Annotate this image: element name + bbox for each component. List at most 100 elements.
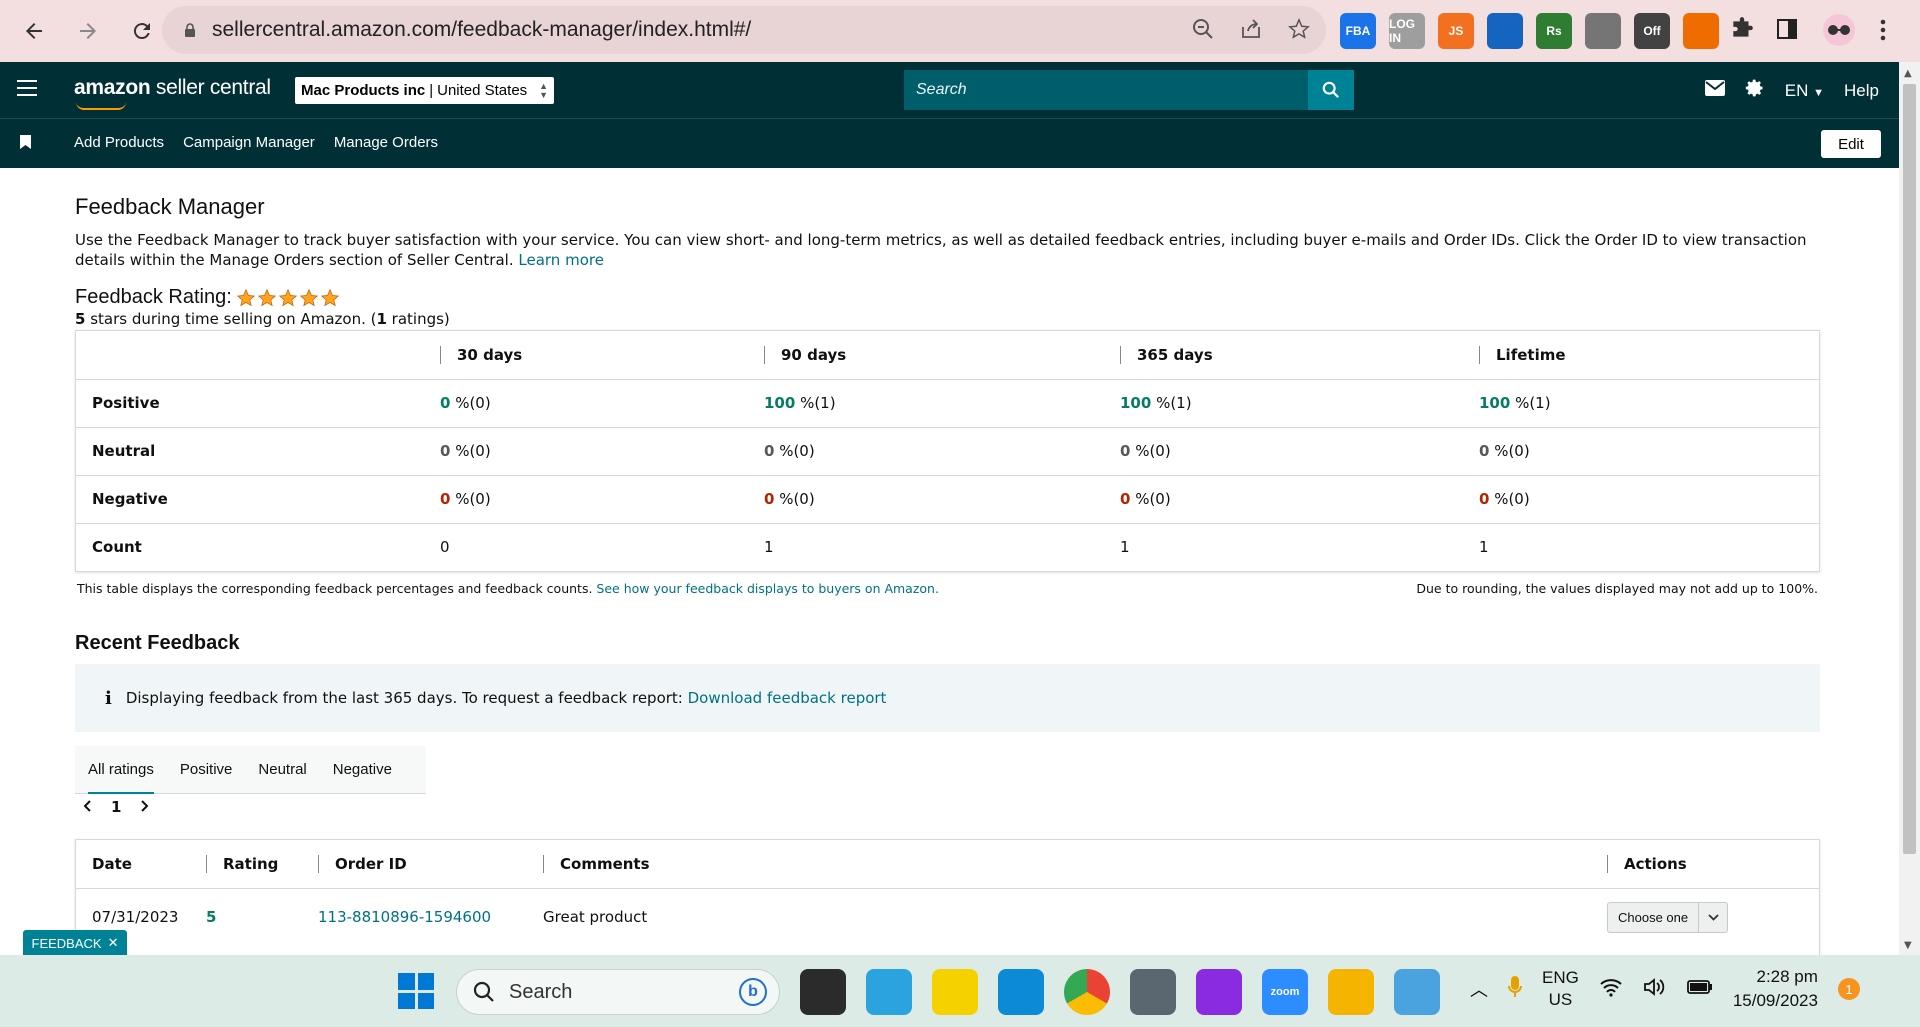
back-button[interactable] — [14, 11, 54, 51]
extension-icon[interactable] — [1487, 13, 1523, 49]
metrics-row-neutral: Neutral 0 %(0) 0 %(0) 0 %(0) 0 %(0) — [76, 426, 1819, 475]
bing-icon[interactable]: b — [739, 978, 767, 1006]
page-number[interactable]: 1 — [111, 798, 121, 816]
taskbar-apps: zoom — [800, 969, 1440, 1015]
extension-icon[interactable] — [1585, 13, 1621, 49]
microphone-icon[interactable] — [1508, 975, 1522, 1003]
feedback-display-link[interactable]: See how your feedback displays to buyers… — [596, 581, 939, 596]
metrics-header-lifetime: Lifetime — [1463, 331, 1819, 379]
help-link[interactable]: Help — [1844, 81, 1879, 101]
tab-all-ratings[interactable]: All ratings — [75, 746, 167, 794]
kebab-menu-icon[interactable] — [1880, 18, 1886, 46]
rating-filter-tabs: All ratings Positive Neutral Negative — [75, 746, 426, 794]
wps-icon[interactable] — [1196, 969, 1242, 1015]
extension-icon[interactable] — [1683, 13, 1719, 49]
search-button[interactable] — [1308, 70, 1354, 110]
rating-summary: 5 stars during time selling on Amazon. (… — [75, 310, 450, 328]
calculator-icon[interactable] — [1130, 969, 1176, 1015]
reload-button[interactable] — [122, 11, 162, 51]
windows-start-icon[interactable] — [398, 973, 434, 1009]
rating-summary-tail: ratings) — [386, 310, 450, 328]
row-label: Neutral — [76, 426, 424, 475]
learn-more-link[interactable]: Learn more — [518, 251, 604, 269]
bookmark-icon[interactable] — [20, 135, 31, 149]
side-panel-icon[interactable] — [1775, 17, 1799, 45]
metric-value: 0 — [440, 490, 451, 508]
settings-gear-icon[interactable] — [1745, 78, 1765, 103]
order-id-link[interactable]: 113-8810896-1594600 — [318, 908, 491, 926]
close-icon[interactable]: ✕ — [108, 935, 119, 951]
wifi-icon[interactable] — [1599, 977, 1623, 1001]
volume-icon[interactable] — [1643, 977, 1667, 1001]
extension-icon[interactable]: JS — [1438, 13, 1474, 49]
chevron-up-icon[interactable]: ︿ — [1470, 976, 1488, 1002]
col-label: 90 days — [781, 345, 847, 364]
metric-value: 100 — [1479, 394, 1511, 412]
tab-neutral[interactable]: Neutral — [245, 746, 319, 794]
paint-icon[interactable] — [1394, 969, 1440, 1015]
merchant-selector[interactable]: Mac Products inc | United States ▲ ▼ — [295, 77, 555, 104]
file-explorer-dark-icon[interactable] — [800, 969, 846, 1015]
col-label: Comments — [560, 854, 650, 873]
url-text[interactable]: sellercentral.amazon.com/feedback-manage… — [212, 18, 751, 42]
extension-icon[interactable]: LOG IN — [1389, 13, 1425, 49]
tab-negative[interactable]: Negative — [320, 746, 405, 794]
extension-icon[interactable]: Off — [1634, 13, 1670, 49]
mail-icon[interactable] — [1704, 80, 1725, 101]
scroll-up-icon[interactable]: ▲ — [1904, 68, 1912, 79]
metric-detail: %(0) — [1489, 442, 1530, 460]
metrics-header-30-days: 30 days — [424, 331, 748, 379]
metric-detail: 1 — [1120, 538, 1130, 557]
taskbar-search[interactable]: Search b — [456, 969, 780, 1015]
forward-button[interactable] — [68, 11, 108, 51]
zoom-icon[interactable]: zoom — [1262, 969, 1308, 1015]
telegram-icon[interactable] — [866, 969, 912, 1015]
page-description: Use the Feedback Manager to track buyer … — [75, 230, 1820, 270]
amazon-seller-central-logo[interactable]: amazon seller central — [74, 76, 271, 100]
chevron-left-icon[interactable] — [83, 798, 93, 816]
bookmark-add-products[interactable]: Add Products — [74, 134, 164, 151]
scroll-down-icon[interactable]: ▼ — [1904, 940, 1912, 951]
actions-dropdown[interactable]: Choose one — [1607, 901, 1729, 933]
sticky-notes-icon[interactable] — [932, 969, 978, 1015]
metrics-cell: 0 — [424, 522, 748, 571]
edge-icon[interactable] — [998, 969, 1044, 1015]
extension-icon[interactable]: FBA — [1340, 13, 1376, 49]
notification-badge[interactable]: 1 — [1837, 978, 1860, 1000]
caret-down-icon: ▼ — [1813, 86, 1825, 99]
scroll-thumb[interactable] — [1903, 84, 1916, 854]
input-language[interactable]: ENG US — [1542, 967, 1579, 1011]
clock[interactable]: 2:28 pm 15/09/2023 — [1733, 965, 1818, 1013]
chevron-right-icon[interactable] — [139, 798, 149, 816]
metric-value: 0 — [1479, 490, 1490, 508]
tab-positive[interactable]: Positive — [167, 746, 246, 794]
hamburger-menu-icon[interactable] — [17, 80, 37, 101]
edit-bookmarks-button[interactable]: Edit — [1821, 130, 1881, 158]
bookmark-campaign-manager[interactable]: Campaign Manager — [183, 134, 315, 151]
share-icon[interactable] — [1236, 14, 1266, 44]
language-selector[interactable]: EN ▼ — [1785, 81, 1824, 101]
feedback-floating-tab[interactable]: FEEDBACK ✕ — [23, 930, 127, 956]
profile-avatar[interactable] — [1823, 14, 1855, 46]
address-bar[interactable]: sellercentral.amazon.com/feedback-manage… — [162, 6, 1326, 54]
metric-value: 0 — [1120, 490, 1131, 508]
lock-icon[interactable] — [182, 22, 198, 38]
extension-icon[interactable]: Rs — [1536, 13, 1572, 49]
cell-comment: Great product — [527, 887, 1591, 946]
metric-detail: %(1) — [1510, 394, 1551, 412]
download-feedback-report-link[interactable]: Download feedback report — [688, 689, 887, 707]
folder-icon[interactable] — [1328, 969, 1374, 1015]
page-scrollbar[interactable]: ▲ ▼ — [1899, 62, 1920, 955]
star-icon — [257, 288, 276, 306]
battery-icon[interactable] — [1686, 979, 1713, 999]
logo-sub-text: seller central — [150, 76, 271, 99]
chrome-icon[interactable] — [1064, 969, 1110, 1015]
metric-detail: %(1) — [1151, 394, 1192, 412]
zoom-icon[interactable] — [1188, 14, 1218, 44]
bookmark-manage-orders[interactable]: Manage Orders — [334, 134, 438, 151]
cell-actions: Choose one — [1591, 887, 1819, 946]
puzzle-icon[interactable] — [1729, 16, 1755, 46]
bookmark-star-icon[interactable] — [1284, 14, 1314, 44]
metric-value: 0 — [440, 442, 451, 460]
search-input[interactable]: Search — [904, 70, 1308, 110]
